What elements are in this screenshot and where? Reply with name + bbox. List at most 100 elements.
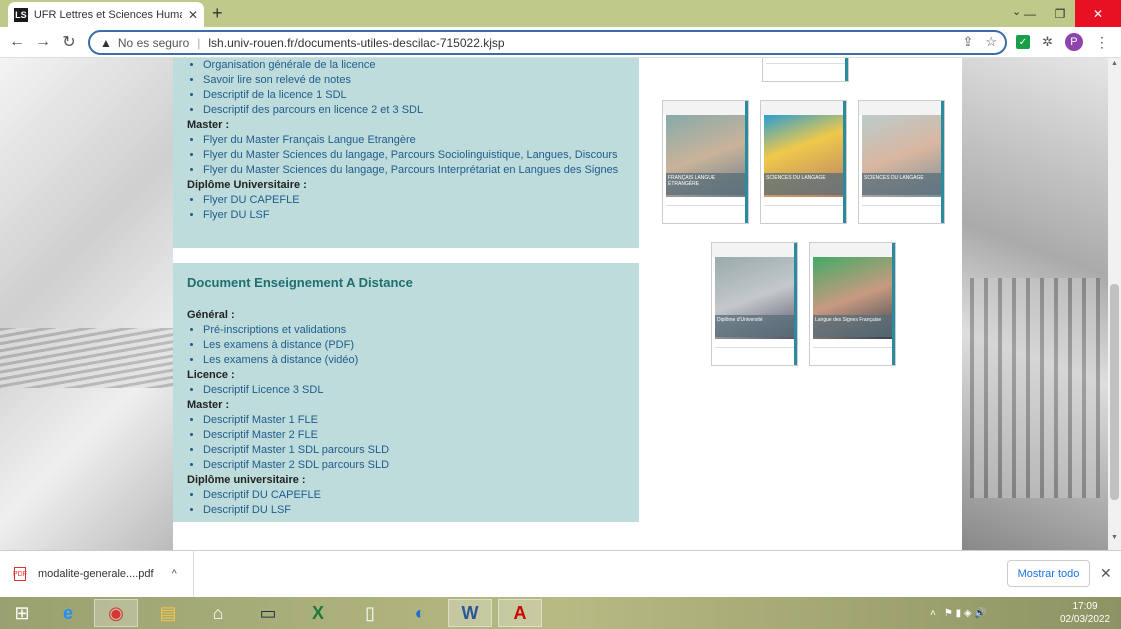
link[interactable]: Descriptif Master 1 SDL parcours SLD [203, 444, 389, 456]
du-heading: Diplôme Universitaire : [187, 179, 307, 191]
address-bar[interactable]: ▲ No es seguro | lsh.univ-rouen.fr/docum… [88, 30, 1007, 55]
chrome-icon[interactable]: ◉ [94, 599, 138, 627]
brochure-edge [794, 243, 797, 365]
scroll-up-icon[interactable]: ▲ [1108, 60, 1121, 74]
link[interactable]: Flyer du Master Sciences du langage, Par… [203, 149, 618, 161]
list-item[interactable]: Descriptif Licence 3 SDL [203, 383, 625, 398]
brochure-du-lsf[interactable]: Langue des Signes Française [809, 242, 896, 366]
browser-tab[interactable]: LS UFR Lettres et Sciences Humaines ✕ [8, 2, 204, 27]
extension-area: ✓ ✲ P ⋮ [1016, 33, 1109, 51]
link[interactable]: Descriptif Master 2 FLE [203, 429, 318, 441]
scroll-down-icon[interactable]: ▼ [1108, 534, 1121, 548]
list-item[interactable]: Flyer DU LSF [203, 208, 625, 223]
link[interactable]: Descriptif Master 1 FLE [203, 414, 318, 426]
tray-expand-icon[interactable]: ˄ [930, 608, 936, 619]
list-item[interactable]: Les examens à distance (PDF) [203, 338, 625, 353]
master-heading: Master : [187, 399, 230, 411]
excel-icon[interactable]: X [296, 599, 340, 627]
internet-explorer-icon[interactable]: e [46, 599, 90, 627]
link[interactable]: Flyer du Master Sciences du langage, Par… [203, 164, 618, 176]
share-icon[interactable]: ⇪ [962, 34, 973, 50]
scroll-thumb[interactable] [1110, 284, 1119, 500]
link[interactable]: Descriptif Licence 3 SDL [203, 384, 323, 396]
document-icon[interactable]: ▯ [348, 599, 392, 627]
new-tab-button[interactable]: + [212, 3, 223, 24]
windows-taskbar: ⊞ e ◉ ▤ ⌂ ▭ X ▯ ◐ W A ˄ ⚑ ▮ ◈ 🔊 17:09 02… [0, 597, 1121, 629]
vertical-scrollbar[interactable]: ▲ ▼ [1108, 58, 1121, 550]
list-item[interactable]: Descriptif Master 2 SDL parcours SLD [203, 458, 625, 473]
browser-menu-icon[interactable]: ⋮ [1095, 34, 1109, 51]
reload-button[interactable]: ↻ [56, 32, 82, 52]
brochure-flyer-sdl-ils[interactable]: SCIENCES DU LANGAGE [858, 100, 945, 224]
link[interactable]: Descriptif de la licence 1 SDL [203, 89, 347, 101]
link[interactable]: Descriptif des parcours en licence 2 et … [203, 104, 423, 116]
list-item[interactable]: Pré-inscriptions et validations [203, 323, 625, 338]
list-item[interactable]: Descriptif Master 2 FLE [203, 428, 625, 443]
insecure-label[interactable]: No es seguro [118, 36, 189, 50]
du-list: Descriptif DU CAPEFLE Descriptif DU LSF [187, 488, 625, 518]
brochure-footer [813, 347, 892, 361]
extension-check-icon[interactable]: ✓ [1016, 35, 1030, 49]
word-icon[interactable]: W [448, 599, 492, 627]
tray-icons[interactable]: ⚑ ▮ ◈ 🔊 [944, 608, 987, 619]
start-button-icon[interactable]: ⊞ [0, 599, 44, 627]
link[interactable]: Descriptif Master 2 SDL parcours SLD [203, 459, 389, 471]
bookmark-star-icon[interactable]: ☆ [985, 34, 997, 50]
link[interactable]: Descriptif DU LSF [203, 504, 291, 516]
brochure-flyer-fle[interactable]: FRANÇAIS LANGUE ÉTRANGÈRE [662, 100, 749, 224]
link[interactable]: Flyer du Master Français Langue Etrangèr… [203, 134, 416, 146]
brochure-label: FRANÇAIS LANGUE ÉTRANGÈRE [666, 173, 745, 195]
brochure-flyer-sdl-sld[interactable]: SCIENCES DU LANGAGE [760, 100, 847, 224]
link[interactable]: Flyer DU LSF [203, 209, 270, 221]
extensions-puzzle-icon[interactable]: ✲ [1042, 34, 1053, 50]
list-item[interactable]: Descriptif de la licence 1 SDL [203, 88, 625, 103]
link[interactable]: Les examens à distance (PDF) [203, 339, 354, 351]
link[interactable]: Descriptif DU CAPEFLE [203, 489, 321, 501]
close-window-button[interactable]: ✕ [1075, 0, 1121, 27]
restore-button[interactable]: ❐ [1045, 0, 1075, 27]
file-explorer-icon[interactable]: ▤ [146, 599, 190, 627]
download-file-name[interactable]: modalite-generale....pdf [38, 568, 154, 580]
close-download-bar-icon[interactable]: ✕ [1100, 565, 1112, 582]
link[interactable]: Organisation générale de la licence [203, 59, 375, 71]
list-item[interactable]: Descriptif DU LSF [203, 503, 625, 518]
list-item[interactable]: Savoir lire son relevé de notes [203, 73, 625, 88]
warning-icon[interactable]: ▲ [100, 36, 112, 50]
profile-avatar[interactable]: P [1064, 33, 1083, 51]
list-item[interactable]: Les examens à distance (vidéo) [203, 353, 625, 368]
brochure-thumbnail[interactable] [762, 58, 849, 82]
clock[interactable]: 17:09 02/03/2022 [1060, 600, 1110, 626]
link[interactable]: Les examens à distance (vidéo) [203, 354, 358, 366]
back-button[interactable]: ← [4, 33, 30, 51]
list-item[interactable]: Organisation générale de la licence [203, 58, 625, 73]
link[interactable]: Pré-inscriptions et validations [203, 324, 346, 336]
link[interactable]: Flyer DU CAPEFLE [203, 194, 300, 206]
list-item[interactable]: Flyer du Master Français Langue Etrangèr… [203, 133, 625, 148]
edge-icon[interactable]: ◐ [398, 599, 442, 627]
chevron-up-icon[interactable]: ^ [172, 568, 177, 580]
list-item[interactable]: Flyer DU CAPEFLE [203, 193, 625, 208]
background-left-rope [0, 328, 173, 388]
tab-close-icon[interactable]: ✕ [188, 8, 198, 22]
monitor-icon[interactable]: ▭ [246, 599, 290, 627]
brochure-header [663, 101, 748, 115]
brochure-label: Diplôme d'Université [715, 315, 794, 337]
url-text[interactable]: lsh.univ-rouen.fr/documents-utiles-desci… [208, 36, 504, 50]
list-item[interactable]: Descriptif DU CAPEFLE [203, 488, 625, 503]
home-icon[interactable]: ⌂ [196, 599, 240, 627]
list-item[interactable]: Flyer du Master Sciences du langage, Par… [203, 163, 625, 178]
list-item[interactable]: Flyer du Master Sciences du langage, Par… [203, 148, 625, 163]
list-item[interactable]: Descriptif Master 1 SDL parcours SLD [203, 443, 625, 458]
minimize-button[interactable]: — [1015, 0, 1045, 27]
list-item[interactable]: Descriptif des parcours en licence 2 et … [203, 103, 625, 118]
list-item[interactable]: Descriptif Master 1 FLE [203, 413, 625, 428]
download-bar: PDF modalite-generale....pdf ^ Mostrar t… [0, 550, 1121, 597]
forward-button[interactable]: → [30, 33, 56, 51]
show-all-button[interactable]: Mostrar todo [1007, 560, 1090, 587]
download-item[interactable]: PDF modalite-generale....pdf ^ [0, 551, 194, 597]
brochure-du-capefle[interactable]: Diplôme d'Université [711, 242, 798, 366]
licence-heading: Licence : [187, 369, 235, 381]
acrobat-icon[interactable]: A [498, 599, 542, 627]
link[interactable]: Savoir lire son relevé de notes [203, 74, 351, 86]
brochure-edge [745, 101, 748, 223]
